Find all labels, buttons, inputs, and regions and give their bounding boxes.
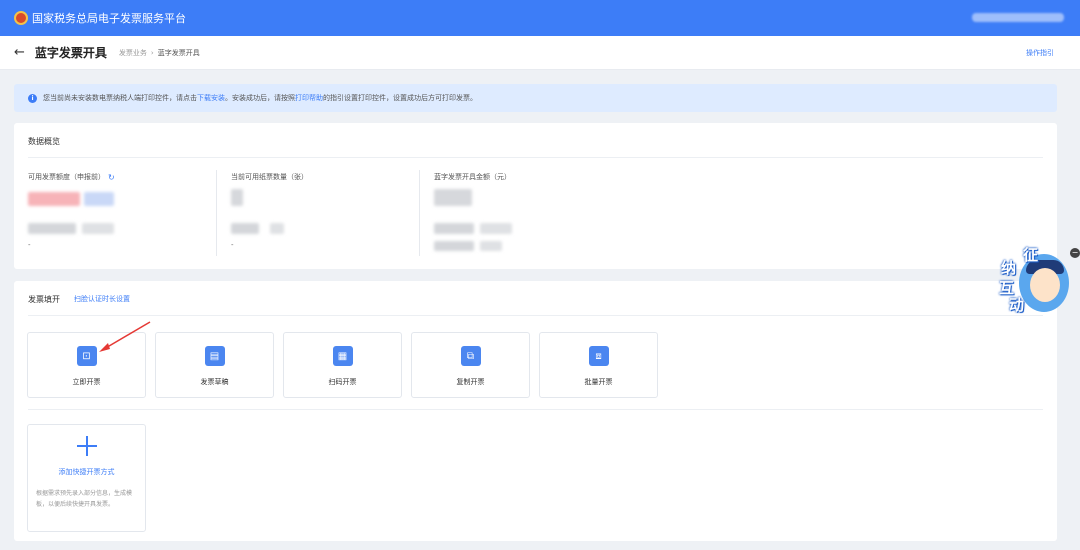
info-icon: i — [28, 93, 37, 103]
mascot-char: 动 — [1009, 296, 1025, 314]
paper-sub2-redacted — [270, 223, 284, 234]
paper-value-redacted — [231, 189, 243, 206]
stat-blue-invoice-amount: 蓝字发票开具金额（元） — [434, 172, 511, 182]
stat-label-paper: 当前可用纸票数量（张） — [231, 173, 308, 181]
divider — [28, 315, 1043, 316]
tile-label: 批量开票 — [584, 378, 613, 386]
amount-value-redacted — [434, 189, 472, 206]
invoicing-title: 发票填开 — [28, 295, 60, 304]
breadcrumb-item-current: 蓝字发票开具 — [157, 48, 200, 57]
amount-sub-redacted — [434, 223, 474, 234]
collapse-handle-icon[interactable]: − — [1070, 248, 1080, 258]
mascot-char: 征 — [1023, 246, 1039, 264]
divider — [28, 409, 1043, 410]
overview-title: 数据概览 — [28, 137, 60, 146]
face-auth-duration-link[interactable]: 扫脸认证时长设置 — [74, 294, 130, 304]
tile-scan-issue[interactable]: ▦ 扫码开票 — [283, 332, 402, 398]
qrcode-icon: ▦ — [332, 346, 353, 366]
back-arrow-icon[interactable]: ← — [14, 45, 25, 60]
print-help-link[interactable]: 打印帮助 — [295, 93, 323, 103]
batch-invoice-icon: ⧈ — [588, 346, 609, 366]
tile-label: 扫码开票 — [328, 378, 357, 386]
platform-title: 国家税务总局电子发票服务平台 — [32, 12, 186, 25]
divider — [216, 170, 217, 256]
amount-sub3-redacted — [434, 241, 474, 251]
stat-label-amount: 蓝字发票开具金额（元） — [434, 173, 511, 181]
tile-copy-issue[interactable]: ⧉ 复制开票 — [411, 332, 530, 398]
print-control-notice: i 您当前尚未安装数电票纳税人端打印控件，请点击 下载安装 。安装成功后，请按照… — [14, 84, 1057, 112]
quota-dash: - — [28, 241, 31, 249]
breadcrumb-separator: › — [150, 48, 154, 57]
paper-dash: - — [231, 241, 234, 249]
quota-sub-redacted — [28, 223, 76, 234]
page-title: 蓝字发票开具 — [34, 46, 107, 60]
user-info-redacted[interactable] — [972, 13, 1064, 22]
stat-paper-count: 当前可用纸票数量（张） — [231, 172, 308, 182]
tile-label: 复制开票 — [456, 378, 485, 386]
tax-emblem-logo — [14, 11, 28, 25]
amount-sub2-redacted — [480, 223, 512, 234]
quota-unit-redacted — [84, 192, 114, 206]
tile-label: 发票草稿 — [200, 378, 229, 386]
quota-value-redacted — [28, 192, 80, 206]
refresh-icon[interactable]: ↻ — [108, 173, 115, 182]
mascot-char: 纳 — [1001, 259, 1017, 277]
mascot-face-icon — [1030, 268, 1060, 302]
plus-icon — [76, 436, 97, 456]
add-quick-issue-desc: 根据需求预先录入部分信息，生成模板，以便后续快捷开具发票。 — [36, 490, 133, 508]
tile-batch-issue[interactable]: ⧈ 批量开票 — [539, 332, 658, 398]
invoice-issue-panel: 发票填开 扫脸认证时长设置 ⊡ 立即开票 ▤ 发票草稿 ▦ 扫码开票 ⧉ 复制开… — [14, 281, 1057, 541]
add-quick-issue-label: 添加快捷开票方式 — [58, 468, 115, 476]
notice-text-3: 的指引设置打印控件，设置成功后方可打印发票。 — [323, 94, 477, 102]
notice-text-1: 您当前尚未安装数电票纳税人端打印控件，请点击 — [43, 94, 197, 102]
invoice-now-icon: ⊡ — [76, 346, 97, 366]
divider — [28, 157, 1043, 158]
top-bar: 国家税务总局电子发票服务平台 — [0, 0, 1080, 36]
tile-label: 立即开票 — [72, 378, 101, 386]
divider — [419, 170, 420, 256]
quota-sub2-redacted — [82, 223, 114, 234]
download-install-link[interactable]: 下载安装 — [197, 93, 225, 103]
operation-guide-link[interactable]: 操作指引 — [1026, 48, 1054, 58]
copy-invoice-icon: ⧉ — [460, 346, 481, 366]
page-header: ← 蓝字发票开具 发票业务 › 蓝字发票开具 操作指引 — [0, 36, 1080, 70]
stat-label-quota: 可用发票额度（申报前） — [28, 173, 105, 181]
stat-available-quota: 可用发票额度（申报前） ↻ — [28, 172, 115, 182]
tile-invoice-draft[interactable]: ▤ 发票草稿 — [155, 332, 274, 398]
add-quick-issue-button[interactable]: 添加快捷开票方式 根据需求预先录入部分信息，生成模板，以便后续快捷开具发票。 — [27, 424, 146, 532]
tax-interaction-mascot-button[interactable]: 征 纳 互 动 — [997, 244, 1073, 320]
paper-sub-redacted — [231, 223, 259, 234]
data-overview-panel: 数据概览 可用发票额度（申报前） ↻ - 当前可用纸票数量（张） - 蓝字发票开… — [14, 123, 1057, 269]
amount-sub4-redacted — [480, 241, 502, 251]
tile-issue-now[interactable]: ⊡ 立即开票 — [27, 332, 146, 398]
notice-text-2: 。安装成功后，请按照 — [225, 94, 295, 102]
draft-icon: ▤ — [204, 346, 225, 366]
breadcrumb-item-invoice-business[interactable]: 发票业务 — [119, 48, 147, 58]
